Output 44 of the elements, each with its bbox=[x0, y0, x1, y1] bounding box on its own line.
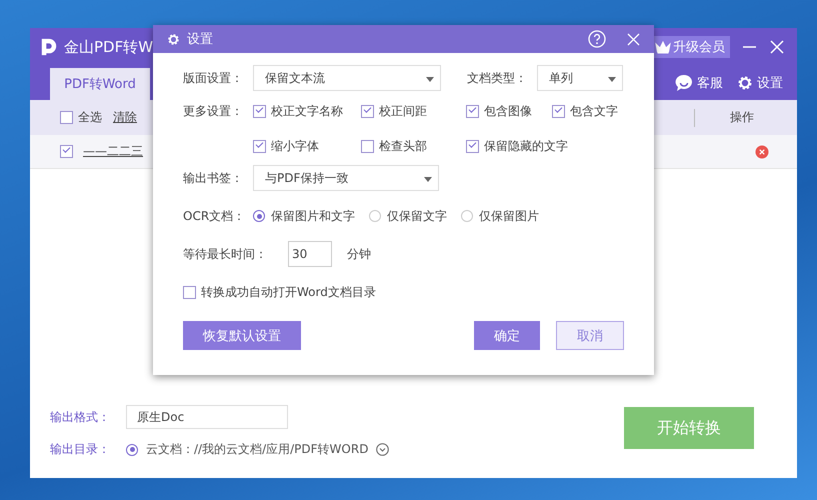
option-label: 校正间距 bbox=[379, 103, 427, 120]
bookmark-dropdown[interactable]: 与PDF保持一致 bbox=[253, 165, 439, 191]
option-checkbox[interactable]: 包含文字 bbox=[552, 103, 618, 120]
auto-open-label: 转换成功自动打开Word文档目录 bbox=[201, 284, 376, 300]
option-label: 包含文字 bbox=[570, 103, 618, 120]
dialog-title: 设置 bbox=[187, 31, 213, 48]
unit-label: 分钟 bbox=[347, 246, 371, 262]
clear-link[interactable]: 清除 bbox=[113, 109, 137, 126]
option-label: 包含图像 bbox=[484, 103, 532, 120]
option-checkbox[interactable]: 缩小字体 bbox=[253, 138, 319, 155]
field-label: 更多设置： bbox=[183, 103, 244, 119]
toolbar-link[interactable]: 设置 bbox=[737, 74, 783, 92]
option-label: 检查头部 bbox=[379, 138, 427, 155]
option-checkbox[interactable]: 校正文字名称 bbox=[253, 103, 343, 120]
select-all-label: 全选 bbox=[78, 109, 102, 126]
doc-type-dropdown[interactable]: 单列 bbox=[537, 65, 623, 91]
option-label: 校正文字名称 bbox=[271, 103, 343, 120]
file-name: ——二二三 bbox=[83, 143, 143, 160]
layout-dropdown[interactable]: 保留文本流 bbox=[253, 65, 441, 91]
field-label: OCR文档： bbox=[183, 208, 246, 225]
ocr-option-label: 仅保留图片 bbox=[479, 208, 539, 224]
app-title: 金山PDF转W bbox=[64, 38, 154, 56]
output-dir-label: 输出目录： bbox=[50, 441, 111, 458]
toolbar-link[interactable]: 客服 bbox=[675, 74, 723, 92]
column-header: 操作 bbox=[730, 109, 755, 126]
field-label: 文档类型： bbox=[467, 70, 528, 87]
output-dir-path: 云文档：//我的云文档/应用/PDF转WORD bbox=[146, 441, 368, 458]
tab[interactable]: PDF转Word bbox=[50, 68, 150, 100]
field-label: 输出书签： bbox=[183, 170, 244, 187]
option-checkbox[interactable]: 校正间距 bbox=[361, 103, 427, 120]
wait-time-field[interactable]: 30 bbox=[288, 241, 332, 267]
field-label: 等待最长时间： bbox=[183, 246, 268, 263]
option-checkbox[interactable]: 包含图像 bbox=[466, 103, 532, 120]
option-label: 缩小字体 bbox=[271, 138, 319, 155]
restore-defaults-button[interactable]: 恢复默认设置 bbox=[183, 321, 301, 350]
output-format-field[interactable]: 原生Doc bbox=[126, 405, 288, 429]
output-format-label: 输出格式： bbox=[50, 408, 111, 426]
ok-button[interactable]: 确定 bbox=[474, 321, 540, 350]
field-label: 版面设置： bbox=[183, 70, 244, 87]
option-checkbox[interactable]: 保留隐藏的文字 bbox=[466, 138, 568, 155]
option-checkbox[interactable]: 检查头部 bbox=[361, 138, 427, 155]
ocr-option-label: 仅保留文字 bbox=[387, 208, 447, 224]
option-label: 保留隐藏的文字 bbox=[484, 138, 568, 155]
ocr-option-label: 保留图片和文字 bbox=[271, 208, 355, 224]
